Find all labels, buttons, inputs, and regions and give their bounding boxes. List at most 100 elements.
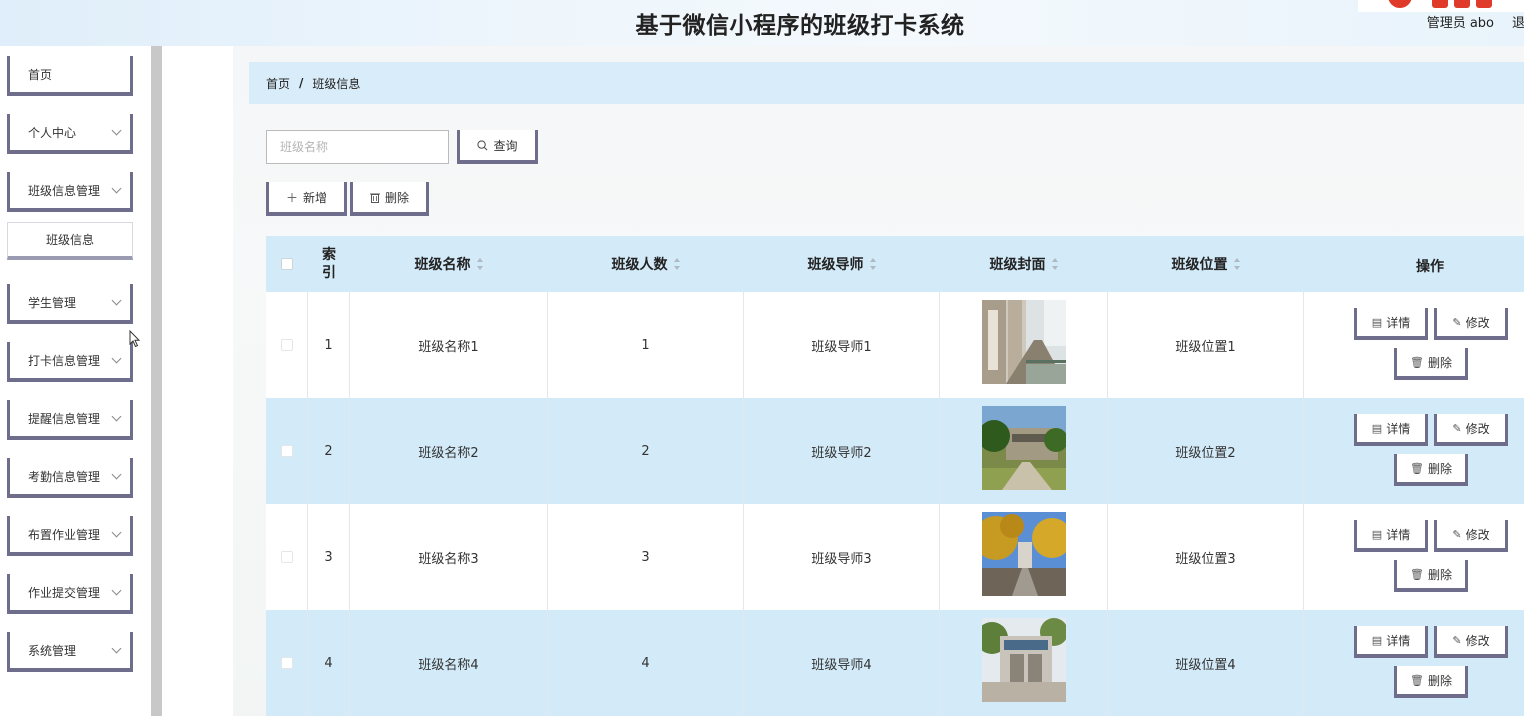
detail-label: 详情 — [1386, 633, 1411, 648]
detail-label: 详情 — [1386, 527, 1411, 542]
delete-button[interactable]: 🗑 删除 — [1394, 348, 1468, 380]
trash-icon: 🗑 — [1410, 567, 1424, 581]
header-label: 班级人数 — [611, 257, 668, 273]
document-icon: ▤ — [1371, 527, 1383, 541]
header-label: 班级导师 — [807, 257, 864, 273]
sidebar-item-label: 布置作业管理 — [28, 527, 101, 542]
detail-button[interactable]: ▤ 详情 — [1354, 414, 1428, 446]
mouse-cursor-icon — [129, 330, 141, 348]
sort-icon[interactable] — [673, 258, 681, 270]
edit-button[interactable]: ✎ 修改 — [1434, 414, 1508, 446]
add-button-label: 新增 — [303, 190, 328, 205]
cell-class-name: 班级名称4 — [350, 610, 548, 716]
sidebar-item-label: 提醒信息管理 — [28, 411, 101, 426]
edit-label: 修改 — [1465, 527, 1490, 542]
cell-class-count: 3 — [548, 504, 744, 610]
edit-button[interactable]: ✎ 修改 — [1434, 520, 1508, 552]
chevron-down-icon — [111, 125, 122, 136]
chevron-down-icon — [111, 527, 122, 538]
sidebar-scrollbar[interactable] — [151, 46, 162, 716]
sidebar-item-homework-submit-management[interactable]: 作业提交管理 — [7, 574, 133, 614]
sidebar-item-system-management[interactable]: 系统管理 — [7, 632, 133, 672]
edit-label: 修改 — [1465, 421, 1490, 436]
sidebar-item-label: 考勤信息管理 — [28, 469, 101, 484]
sidebar-subitem-class-info[interactable]: 班级信息 — [7, 222, 133, 260]
edit-label: 修改 — [1465, 633, 1490, 648]
cell-class-cover — [940, 292, 1108, 398]
sidebar-item-label: 首页 — [28, 67, 53, 82]
header-class-name[interactable]: 班级名称 — [350, 236, 548, 292]
row-select[interactable] — [266, 292, 308, 398]
row-select[interactable] — [266, 610, 308, 716]
row-checkbox[interactable] — [280, 657, 293, 669]
logo-icon — [1358, 0, 1524, 12]
delete-label: 删除 — [1427, 567, 1452, 582]
header-class-location[interactable]: 班级位置 — [1108, 236, 1304, 292]
document-icon: ▤ — [1371, 315, 1383, 329]
select-all-checkbox[interactable] — [281, 258, 293, 270]
detail-button[interactable]: ▤ 详情 — [1354, 626, 1428, 658]
sidebar-item-class-info-management[interactable]: 班级信息管理 — [7, 172, 133, 212]
pencil-icon: ✎ — [1452, 633, 1462, 647]
sidebar-item-attendance-management[interactable]: 考勤信息管理 — [7, 458, 133, 498]
sidebar-item-student-management[interactable]: 学生管理 — [7, 284, 133, 324]
delete-button[interactable]: 🗑 删除 — [1394, 560, 1468, 592]
cover-image[interactable] — [982, 512, 1066, 596]
sort-icon[interactable] — [1051, 258, 1059, 270]
detail-button[interactable]: ▤ 详情 — [1354, 308, 1428, 340]
cell-class-name: 班级名称3 — [350, 504, 548, 610]
user-label: 管理员 abo — [1426, 16, 1494, 31]
cell-class-count: 2 — [548, 398, 744, 504]
chevron-down-icon — [111, 643, 122, 654]
edit-button[interactable]: ✎ 修改 — [1434, 308, 1508, 340]
sort-icon[interactable] — [1233, 258, 1241, 270]
pencil-icon: ✎ — [1452, 421, 1462, 435]
sidebar-item-reminder-management[interactable]: 提醒信息管理 — [7, 400, 133, 440]
delete-button[interactable]: 🗑 删除 — [1394, 454, 1468, 486]
document-icon: ▤ — [1371, 633, 1383, 647]
sidebar-item-personal-center[interactable]: 个人中心 — [7, 114, 133, 154]
breadcrumb-home[interactable]: 首页 — [266, 75, 290, 92]
search-icon — [477, 139, 488, 150]
plus-icon: ＋ — [285, 190, 298, 205]
sort-icon[interactable] — [476, 258, 484, 270]
row-checkbox[interactable] — [280, 445, 293, 457]
cell-class-tutor: 班级导师3 — [744, 504, 940, 610]
header-class-count[interactable]: 班级人数 — [548, 236, 744, 292]
row-checkbox[interactable] — [280, 339, 293, 351]
cell-class-count: 1 — [548, 292, 744, 398]
sidebar-item-home[interactable]: 首页 — [7, 56, 133, 96]
sidebar-item-checkin-management[interactable]: 打卡信息管理 — [7, 342, 133, 382]
cover-image[interactable] — [982, 300, 1066, 384]
table-row: 3 班级名称3 3 班级导师3 班级位置3 ▤ 详情 ✎ 修改 🗑 删除 — [266, 504, 1524, 610]
row-select[interactable] — [266, 504, 308, 610]
logout-link[interactable]: 退出 — [1512, 12, 1524, 31]
row-checkbox[interactable] — [280, 551, 293, 563]
chevron-down-icon — [111, 353, 122, 364]
sidebar-item-homework-assign-management[interactable]: 布置作业管理 — [7, 516, 133, 556]
delete-button[interactable]: 🗑 删除 — [1394, 666, 1468, 698]
cell-class-cover — [940, 398, 1108, 504]
sidebar-item-label: 作业提交管理 — [28, 585, 101, 600]
delete-label: 删除 — [1427, 355, 1452, 370]
trash-icon: 🗑 — [1410, 673, 1424, 687]
header-class-tutor[interactable]: 班级导师 — [744, 236, 940, 292]
search-button[interactable]: 查询 — [457, 130, 538, 164]
detail-button[interactable]: ▤ 详情 — [1354, 520, 1428, 552]
breadcrumb: 首页 / 班级信息 — [249, 62, 1524, 104]
row-select[interactable] — [266, 398, 308, 504]
search-input[interactable] — [266, 130, 449, 164]
cover-image[interactable] — [982, 618, 1066, 702]
pencil-icon: ✎ — [1452, 315, 1462, 329]
header-select-all[interactable] — [266, 236, 308, 292]
header-class-cover[interactable]: 班级封面 — [940, 236, 1108, 292]
cell-class-cover — [940, 610, 1108, 716]
edit-button[interactable]: ✎ 修改 — [1434, 626, 1508, 658]
cell-index: 3 — [308, 504, 350, 610]
add-button[interactable]: ＋ 新增 — [266, 182, 347, 216]
chevron-down-icon — [111, 585, 122, 596]
cover-image[interactable] — [982, 406, 1066, 490]
sort-icon[interactable] — [869, 258, 877, 270]
table-row: 1 班级名称1 1 班级导师1 班级位置1 ▤详情 ✎修改 � — [266, 292, 1524, 398]
batch-delete-button[interactable]: 删除 — [350, 182, 429, 216]
